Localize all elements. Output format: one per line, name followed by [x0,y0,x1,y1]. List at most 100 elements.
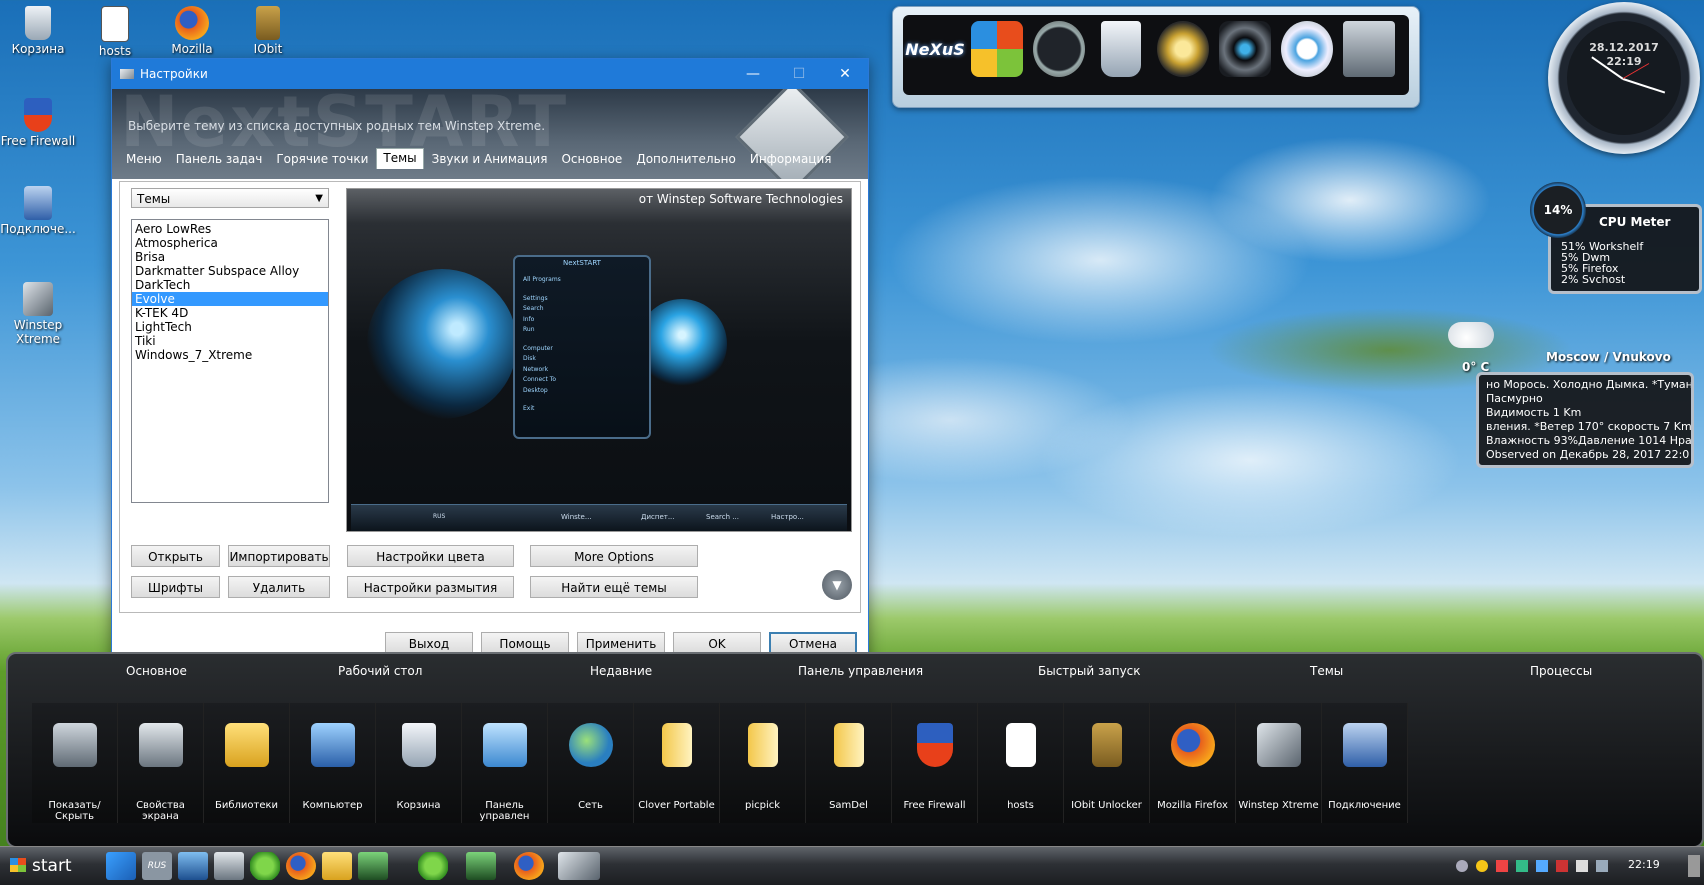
dock-item-hosts[interactable]: hosts [978,703,1064,823]
windows-logo-icon[interactable] [106,852,136,880]
dock-item-connection[interactable]: Подключение [1322,703,1408,823]
dock-item-libraries[interactable]: Библиотеки [204,703,290,823]
task-manager-icon[interactable] [358,852,388,880]
list-item[interactable]: Brisa [132,250,328,264]
dock-tab-general[interactable]: Основное [126,664,187,678]
desktop-icon-free-firewall[interactable]: Free Firewall [0,98,78,148]
list-item[interactable]: Darkmatter Subspace Alloy [132,264,328,278]
more-options-button[interactable]: More Options [530,545,698,567]
list-item[interactable]: Aero LowRes [132,222,328,236]
dock-item-display-properties[interactable]: Свойства экрана [118,703,204,823]
dock-tab-desktop[interactable]: Рабочий стол [338,664,422,678]
nextstart-task-icon[interactable] [558,852,600,880]
list-item[interactable]: DarkTech [132,278,328,292]
analog-clock-gadget[interactable]: 28.12.2017 22:19 [1548,2,1700,154]
tray-icon-6[interactable] [1556,860,1568,872]
theme-list[interactable]: Aero LowRes Atmospherica Brisa Darkmatte… [131,219,329,503]
blur-settings-button[interactable]: Настройки размытия [347,576,514,598]
expand-chevron-button[interactable]: ▼ [822,570,852,600]
tab-taskbar[interactable]: Панель задач [170,150,269,169]
firefox-task-icon[interactable] [514,852,544,880]
display-properties-icon[interactable] [214,852,244,880]
dock-item-computer[interactable]: Компьютер [290,703,376,823]
dock-tab-themes[interactable]: Темы [1310,664,1343,678]
exit-button[interactable]: Выход [385,632,473,654]
computer-icon[interactable] [1343,21,1395,77]
tab-hotspots[interactable]: Горячие точки [270,150,374,169]
help-button[interactable]: Помощь [481,632,569,654]
show-desktop-button[interactable] [1688,855,1700,877]
desktop-icon-connect[interactable]: Подключе... [0,186,78,236]
tray-icon-5[interactable] [1536,860,1548,872]
tab-info[interactable]: Информация [744,150,838,169]
clock-icon[interactable] [1033,21,1085,77]
dock-item-iobit-unlocker[interactable]: IObit Unlocker [1064,703,1150,823]
folder-icon[interactable] [322,852,352,880]
desktop-icon-hosts[interactable]: hosts [75,6,155,58]
color-settings-button[interactable]: Настройки цвета [347,545,514,567]
dock-tab-recent[interactable]: Недавние [590,664,652,678]
clover-icon[interactable] [250,852,280,880]
volume-icon[interactable] [1576,860,1588,872]
tab-advanced[interactable]: Дополнительно [630,150,742,169]
open-folder-button[interactable]: Открыть папку [131,545,220,586]
tray-icon-4[interactable] [1516,860,1528,872]
ok-button[interactable]: OK [673,632,761,654]
desktop-icon-iobit[interactable]: IObit [228,6,308,56]
atom-icon[interactable] [1157,21,1209,77]
desktop-icon-mozilla[interactable]: Mozilla [152,6,232,56]
clover-task-icon[interactable] [418,852,448,880]
dock-item-samdel[interactable]: SamDel [806,703,892,823]
tray-icon-2[interactable] [1476,860,1488,872]
firefox-icon[interactable] [286,852,316,880]
dock-item-network[interactable]: Сеть [548,703,634,823]
compass-icon[interactable] [1281,21,1333,77]
network-tray-icon[interactable] [1596,860,1608,872]
recycle-bin-icon[interactable] [1101,21,1141,77]
nexus-icon[interactable]: NeXuS [905,21,965,77]
task-manager-task-icon[interactable] [466,852,496,880]
dock-item-winstep-xtreme[interactable]: Winstep Xtreme [1236,703,1322,823]
import-button[interactable]: Импортировать [228,545,330,567]
windows-icon[interactable] [971,21,1023,77]
dock-item-recycle-bin[interactable]: Корзина [376,703,462,823]
tab-menu[interactable]: Меню [120,150,168,169]
tab-general[interactable]: Основное [555,150,628,169]
list-item[interactable]: LightTech [132,320,328,334]
tab-sounds-animation[interactable]: Звуки и Анимация [426,150,554,169]
minimize-button[interactable]: — [730,59,776,89]
desktop-icon[interactable] [178,852,208,880]
maximize-button[interactable]: ☐ [776,59,822,89]
dock-item-control-panel[interactable]: Панель управлен [462,703,548,823]
list-item[interactable]: Atmospherica [132,236,328,250]
dock-tab-control-panel[interactable]: Панель управления [798,664,923,678]
dock-item-clover-portable[interactable]: Clover Portable [634,703,720,823]
dock-item-picpick[interactable]: picpick [720,703,806,823]
start-button[interactable]: start [4,853,94,879]
close-button[interactable]: ✕ [822,59,868,89]
list-item[interactable]: Tiki [132,334,328,348]
dock-item-show-hide[interactable]: Показать/Скрыть [32,703,118,823]
fonts-button[interactable]: Шрифты [131,576,220,598]
desktop-icon-recycle-bin[interactable]: Корзина [0,6,78,56]
taskbar-clock[interactable]: 22:19 [1628,858,1660,871]
dock-item-free-firewall[interactable]: Free Firewall [892,703,978,823]
theme-category-select[interactable]: Темы ▼ [131,188,329,208]
camera-icon[interactable] [1219,21,1271,77]
apply-button[interactable]: Применить [577,632,665,654]
language-indicator[interactable]: RUS [142,852,172,880]
tray-icon-3[interactable] [1496,860,1508,872]
list-item[interactable]: K-TEK 4D [132,306,328,320]
list-item-selected[interactable]: Evolve [132,292,328,306]
tray-icon-1[interactable] [1456,860,1468,872]
list-item[interactable]: Windows_7_Xtreme [132,348,328,362]
find-more-themes-button[interactable]: Найти ещё темы [530,576,698,598]
dialog-titlebar[interactable]: Настройки — ☐ ✕ [112,59,868,89]
dock-item-firefox[interactable]: Mozilla Firefox [1150,703,1236,823]
delete-button[interactable]: Удалить [228,576,330,598]
cancel-button[interactable]: Отмена [769,632,857,654]
dock-tab-quick-launch[interactable]: Быстрый запуск [1038,664,1141,678]
tab-themes[interactable]: Темы [376,148,424,169]
weather-gadget[interactable]: но Морось. Холодно Дымка. *Туман Пасмурн… [1476,372,1694,468]
dock-tab-processes[interactable]: Процессы [1530,664,1592,678]
